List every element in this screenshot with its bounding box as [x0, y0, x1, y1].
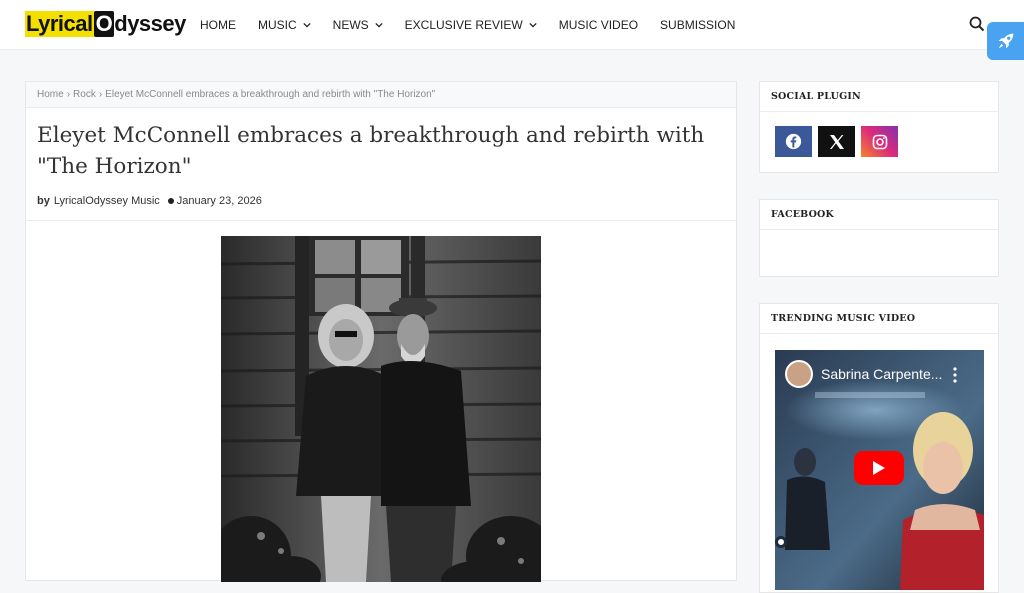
chevron-down-icon [529, 22, 537, 28]
trending-video-widget: TRENDING MUSIC VIDEO Sabrina Carpente... [759, 303, 999, 593]
breadcrumb: Home › Rock › Eleyet McConnell embraces … [26, 82, 736, 108]
band-photo [221, 236, 541, 582]
post-title: Eleyet McConnell embraces a breakthrough… [37, 123, 705, 179]
divider [26, 220, 736, 221]
more-vert-icon[interactable] [952, 367, 958, 383]
nav-music-video-label: MUSIC VIDEO [558, 18, 639, 32]
instagram-button[interactable] [861, 126, 898, 157]
site-header: Lyrical Odyssey HOME MUSIC NEWS EXCLUSIVE… [0, 0, 1024, 50]
main-nav: HOME MUSIC NEWS EXCLUSIVE REVIEW MUSIC V… [200, 0, 757, 50]
facebook-icon [785, 133, 802, 150]
facebook-button[interactable] [775, 126, 812, 157]
nav-exclusive-review[interactable]: EXCLUSIVE REVIEW [405, 18, 537, 32]
social-buttons [760, 112, 998, 157]
nav-exclusive-review-label: EXCLUSIVE REVIEW [404, 18, 523, 32]
post-meta: by LyricalOdyssey Music January 23, 2026 [37, 195, 262, 207]
logo-part-o: O [93, 11, 115, 37]
post-card: Home › Rock › Eleyet McConnell embraces … [25, 81, 737, 582]
breadcrumb-separator: › [98, 89, 103, 100]
breadcrumb-separator: › [66, 89, 71, 100]
logo-part-dyssey: dyssey [114, 11, 186, 36]
nav-home-label: HOME [200, 18, 236, 32]
video-embed[interactable]: Sabrina Carpente... [775, 350, 984, 590]
post-date: January 23, 2026 [176, 195, 262, 207]
social-plugin-widget: SOCIAL PLUGIN [759, 81, 999, 173]
post-image[interactable] [221, 236, 541, 582]
channel-avatar[interactable] [785, 360, 813, 388]
widget-title: SOCIAL PLUGIN [760, 82, 998, 112]
logo-part-lyrical: Lyrical [25, 11, 94, 37]
rocket-icon [998, 33, 1013, 49]
rocket-button[interactable] [987, 22, 1024, 60]
breadcrumb-home[interactable]: Home [37, 89, 64, 100]
x-button[interactable] [818, 126, 855, 157]
nav-news[interactable]: NEWS [333, 18, 383, 32]
nav-music-video[interactable]: MUSIC VIDEO [559, 18, 638, 32]
meta-dot [167, 198, 174, 204]
play-button[interactable] [854, 451, 904, 485]
chevron-down-icon [375, 22, 383, 28]
nav-submission[interactable]: SUBMISSION [660, 18, 735, 32]
post-author[interactable]: LyricalOdyssey Music [54, 195, 160, 207]
video-title[interactable]: Sabrina Carpente... [821, 366, 942, 382]
search-icon[interactable] [969, 16, 985, 32]
nav-news-label: NEWS [332, 18, 369, 32]
play-icon [873, 461, 885, 475]
nav-submission-label: SUBMISSION [660, 18, 736, 32]
chevron-down-icon [303, 22, 311, 28]
nav-home[interactable]: HOME [200, 18, 236, 32]
nav-music[interactable]: MUSIC [258, 18, 311, 32]
x-icon [829, 134, 844, 149]
widget-title: TRENDING MUSIC VIDEO [760, 304, 998, 334]
nav-music-label: MUSIC [258, 18, 297, 32]
progress-scrubber[interactable] [775, 536, 787, 548]
widget-title: FACEBOOK [760, 200, 998, 230]
facebook-widget: FACEBOOK [759, 199, 999, 277]
instagram-icon [872, 134, 887, 149]
breadcrumb-current: Eleyet McConnell embraces a breakthrough… [105, 89, 436, 100]
breadcrumb-rock[interactable]: Rock [73, 89, 96, 100]
site-logo[interactable]: Lyrical Odyssey [25, 10, 186, 38]
by-label: by [37, 195, 50, 207]
